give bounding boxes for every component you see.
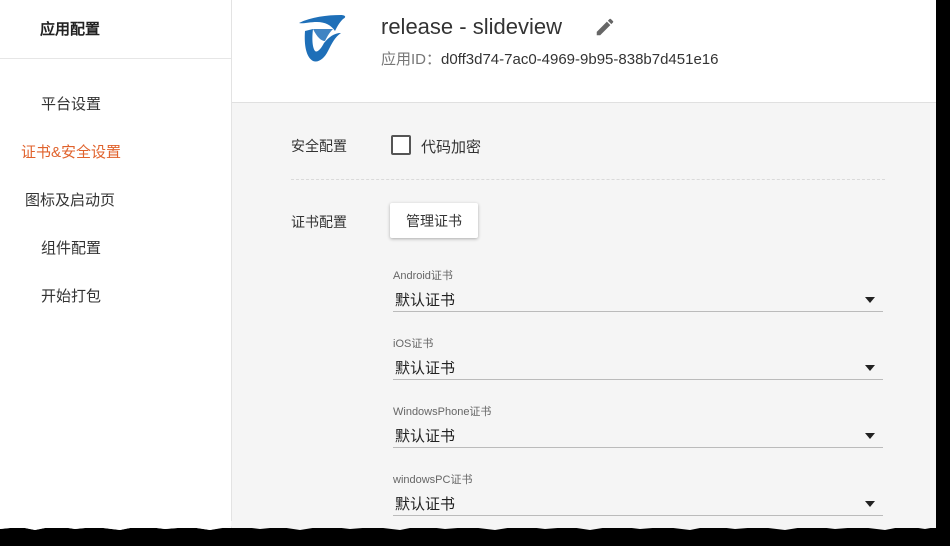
cert-config-label: 证书配置 (291, 214, 347, 230)
sidebar-title: 应用配置 (40, 21, 101, 38)
app-id-value: d0ff3d74-7ac0-4969-9b95-838b7d451e16 (441, 51, 719, 68)
dropdown-arrow-icon (865, 433, 875, 439)
android-cert-select[interactable]: 默认证书 (393, 289, 883, 312)
sidebar-divider (0, 58, 231, 59)
app-logo-icon (291, 7, 351, 67)
ios-cert-select[interactable]: 默认证书 (393, 357, 883, 380)
ios-cert-value: 默认证书 (395, 360, 456, 377)
sidebar-item-start-build[interactable]: 开始打包 (41, 285, 101, 306)
manage-cert-button[interactable]: 管理证书 (390, 203, 478, 238)
sidebar: 应用配置 平台设置 证书&安全设置 图标及启动页 组件配置 开始打包 (0, 0, 232, 528)
sidebar-item-cert-security[interactable]: 证书&安全设置 (21, 141, 121, 162)
app-id-label: 应用ID： (381, 51, 442, 68)
windowspc-cert-label: windowsPC证书 (393, 474, 473, 486)
main-panel: release - slideview 应用ID：d0ff3d74-7ac0-4… (232, 0, 936, 528)
windowspc-cert-value: 默认证书 (395, 496, 456, 513)
security-config-label: 安全配置 (291, 138, 347, 154)
app-id: 应用ID：d0ff3d74-7ac0-4969-9b95-838b7d451e1… (381, 48, 719, 69)
dropdown-arrow-icon (865, 297, 875, 303)
android-cert-value: 默认证书 (395, 292, 456, 309)
windowsphone-cert-select[interactable]: 默认证书 (393, 425, 883, 448)
windowsphone-cert-label: WindowsPhone证书 (393, 406, 492, 418)
dropdown-arrow-icon (865, 501, 875, 507)
code-encrypt-checkbox[interactable] (391, 135, 411, 155)
app-header: release - slideview 应用ID：d0ff3d74-7ac0-4… (232, 0, 936, 103)
sidebar-item-platform-settings[interactable]: 平台设置 (41, 93, 101, 114)
app-title: release - slideview (381, 14, 562, 39)
dropdown-arrow-icon (865, 365, 875, 371)
windowsphone-cert-value: 默认证书 (395, 428, 456, 445)
windowspc-cert-select[interactable]: 默认证书 (393, 493, 883, 516)
sidebar-item-icons-splash[interactable]: 图标及启动页 (25, 189, 115, 210)
ios-cert-label: iOS证书 (393, 338, 434, 350)
pencil-icon[interactable] (594, 16, 616, 38)
section-divider (291, 179, 885, 180)
android-cert-label: Android证书 (393, 270, 453, 282)
code-encrypt-label[interactable]: 代码加密 (421, 136, 481, 157)
app-window: 应用配置 平台设置 证书&安全设置 图标及启动页 组件配置 开始打包 relea… (0, 0, 936, 528)
torn-edge (0, 521, 936, 530)
sidebar-item-components[interactable]: 组件配置 (41, 237, 101, 258)
